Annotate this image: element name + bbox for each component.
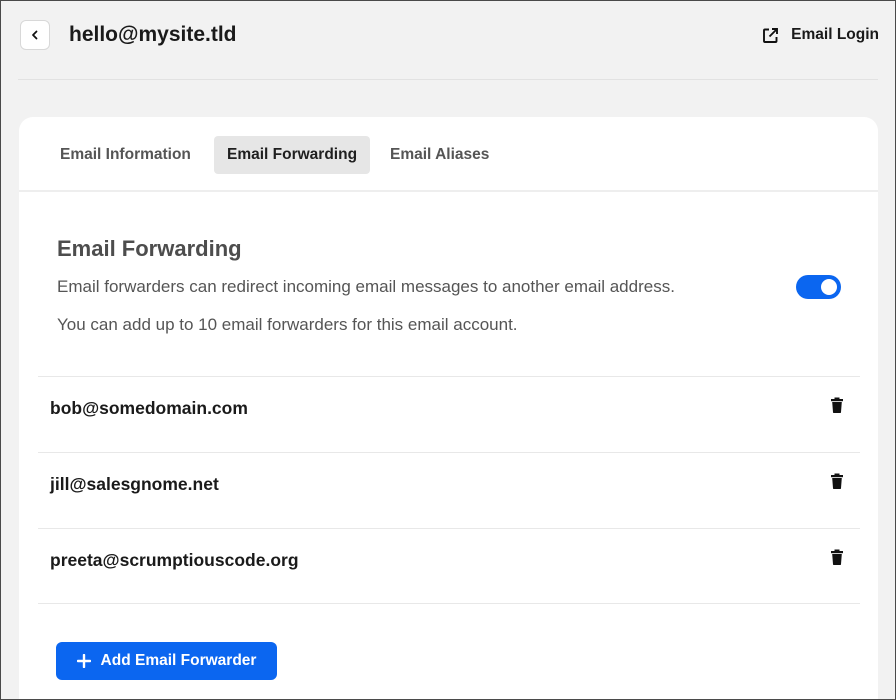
trash-icon (831, 397, 843, 413)
forwarding-toggle[interactable] (796, 275, 841, 299)
email-login-label: Email Login (791, 26, 879, 43)
delete-forwarder-button[interactable] (830, 397, 844, 413)
tab-email-forwarding[interactable]: Email Forwarding (214, 136, 371, 174)
trash-icon (831, 549, 843, 565)
forwarder-list: bob@somedomain.com jill@salesgnome.net p… (38, 376, 860, 604)
tab-email-aliases[interactable]: Email Aliases (377, 136, 502, 174)
delete-forwarder-button[interactable] (830, 473, 844, 489)
page-title: hello@mysite.tld (69, 23, 237, 46)
forwarder-address: bob@somedomain.com (50, 398, 248, 418)
email-login-link[interactable]: Email Login (762, 22, 879, 48)
forwarder-address: preeta@scrumptiouscode.org (50, 550, 299, 570)
external-link-icon (763, 27, 779, 43)
forwarding-description: Email forwarders can redirect incoming e… (57, 277, 675, 296)
header-divider (18, 79, 878, 80)
add-email-forwarder-button[interactable]: Add Email Forwarder (56, 642, 277, 680)
page-header: hello@mysite.tld Email Login (0, 0, 896, 80)
tab-email-information[interactable]: Email Information (47, 136, 204, 174)
add-email-forwarder-label: Add Email Forwarder (100, 652, 257, 669)
forwarder-address: jill@salesgnome.net (50, 474, 219, 494)
delete-forwarder-button[interactable] (830, 549, 844, 565)
forwarder-row: preeta@scrumptiouscode.org (38, 528, 860, 604)
trash-icon (831, 473, 843, 489)
toggle-knob (821, 279, 837, 295)
tab-bar: Email Information Email Forwarding Email… (19, 117, 878, 192)
section-title: Email Forwarding (57, 236, 242, 261)
chevron-left-icon (32, 30, 38, 40)
back-button[interactable] (20, 20, 50, 50)
forwarder-limit-note: You can add up to 10 email forwarders fo… (57, 315, 518, 334)
forwarder-row: jill@salesgnome.net (38, 452, 860, 528)
plus-icon (76, 654, 91, 668)
forwarder-row: bob@somedomain.com (38, 376, 860, 452)
settings-card: Email Information Email Forwarding Email… (19, 117, 878, 700)
